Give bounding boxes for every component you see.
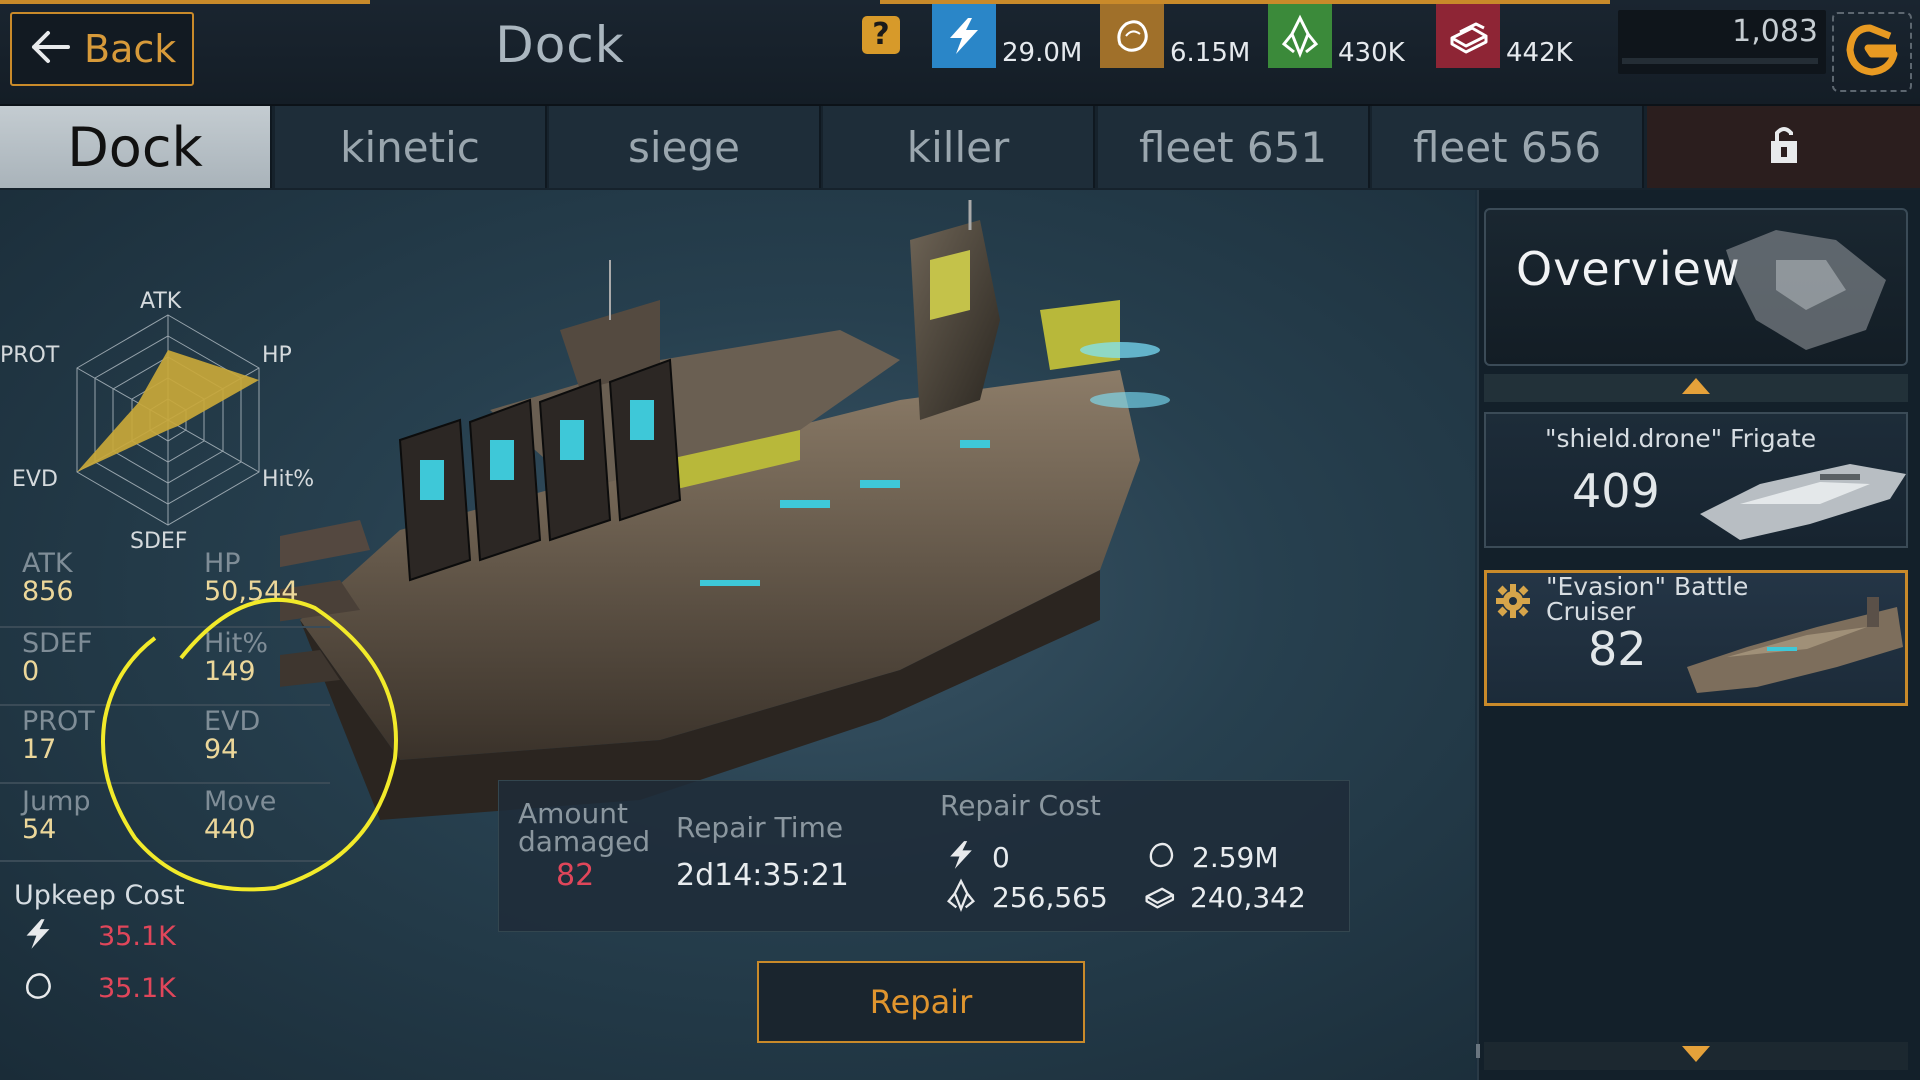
- scroll-down-button[interactable]: [1484, 1042, 1908, 1070]
- stat-label: PROT: [22, 706, 95, 737]
- tab-kinetic[interactable]: kinetic: [275, 106, 547, 188]
- cost-value: 256,565: [992, 880, 1108, 914]
- frigate-thumbnail: [1700, 464, 1906, 540]
- scroll-up-button[interactable]: [1484, 374, 1908, 402]
- amount-damaged-value: 82: [556, 858, 595, 893]
- alloy-icon: [1436, 4, 1500, 68]
- ship-level: 409: [1572, 464, 1660, 518]
- upkeep-value: 35.1K: [98, 972, 176, 1004]
- shop-button[interactable]: [1832, 12, 1912, 92]
- resource-crystal[interactable]: 430K: [1268, 4, 1405, 68]
- ore-icon: [1100, 4, 1164, 68]
- ship-name: "Evasion" Battle Cruiser: [1546, 574, 1748, 624]
- tab-locked[interactable]: [1647, 106, 1920, 188]
- tab-fleet-651[interactable]: fleet 651: [1098, 106, 1370, 188]
- energy-icon: [20, 916, 56, 956]
- stat-sdef: SDEF 0: [22, 630, 93, 686]
- stat-prot: PROT 17: [22, 708, 95, 764]
- stat-label: HP: [204, 548, 241, 579]
- help-button[interactable]: ?: [862, 16, 900, 54]
- stat-jump: Jump 54: [22, 788, 91, 844]
- cost-value: 240,342: [1190, 880, 1306, 914]
- overview-ship-silhouette: [1726, 230, 1886, 350]
- resource-value: 442K: [1506, 38, 1573, 68]
- stat-label: ATK: [22, 548, 73, 579]
- annotation-circle: [101, 597, 398, 892]
- repair-cost-alloy: 240,342: [1140, 878, 1306, 916]
- repair-cost-label: Repair Cost: [940, 789, 1101, 822]
- gear-icon: [1494, 582, 1532, 624]
- energy-icon: [944, 838, 978, 876]
- stat-label: SDEF: [22, 628, 93, 659]
- tab-fleet-656[interactable]: fleet 656: [1372, 106, 1644, 188]
- amount-label-line: damaged: [518, 825, 651, 858]
- back-button[interactable]: Back: [10, 12, 194, 86]
- ship-name: "shield.drone" Frigate: [1545, 424, 1817, 453]
- repair-time-label: Repair Time: [676, 811, 844, 844]
- currency-value: 1,083: [1732, 14, 1818, 49]
- tab-killer[interactable]: killer: [823, 106, 1095, 188]
- back-label: Back: [84, 27, 177, 71]
- page-title: Dock: [495, 16, 625, 74]
- cost-value: 0: [992, 840, 1010, 874]
- crystal-icon: [944, 878, 978, 916]
- crystal-icon: [1268, 4, 1332, 68]
- alloy-icon: [1140, 878, 1178, 916]
- resource-alloy[interactable]: 442K: [1436, 4, 1573, 68]
- resource-value: 6.15M: [1170, 38, 1251, 68]
- radar-label-atk: ATK: [140, 289, 182, 314]
- repair-cost-crystal: 256,565: [944, 878, 1108, 916]
- amount-damaged-label: Amount damaged: [518, 800, 650, 856]
- resource-energy[interactable]: 29.0M: [932, 4, 1082, 68]
- stat-value: 856: [22, 576, 74, 607]
- ship-level: 82: [1588, 622, 1647, 676]
- radar-label-prot: PROT: [0, 343, 60, 368]
- lock-icon: [1767, 125, 1801, 169]
- ore-icon: [20, 968, 56, 1008]
- radar-label-evd: EVD: [12, 467, 58, 492]
- energy-icon: [932, 4, 996, 68]
- repair-button[interactable]: Repair: [757, 961, 1085, 1043]
- stat-value: 54: [22, 814, 57, 845]
- radar-label-sdef: SDEF: [130, 529, 187, 550]
- stat-value: 17: [22, 734, 57, 765]
- repair-cost-ore: 2.59M: [1144, 838, 1279, 876]
- arrow-left-icon: [30, 30, 70, 68]
- shop-g-icon: [1842, 20, 1902, 84]
- arrow-down-icon: [1682, 1046, 1710, 1066]
- tab-dock[interactable]: Dock: [0, 106, 272, 188]
- scroll-indicator: [1476, 1044, 1480, 1058]
- ore-icon: [1144, 838, 1178, 876]
- cost-value: 2.59M: [1192, 840, 1279, 874]
- resource-ore[interactable]: 6.15M: [1100, 4, 1250, 68]
- stats-radar-chart: ATK HP Hit% SDEF EVD PROT: [0, 289, 314, 550]
- resource-value: 29.0M: [1002, 38, 1083, 68]
- overview-title: Overview: [1516, 242, 1741, 296]
- stat-atk: ATK 856: [22, 550, 74, 606]
- upkeep-ore: 35.1K: [20, 968, 176, 1008]
- repair-time-value: 2d14:35:21: [676, 858, 849, 893]
- top-accent-line: [0, 0, 370, 4]
- repair-cost-energy: 0: [944, 838, 1010, 876]
- stat-value: 0: [22, 656, 40, 687]
- upkeep-value: 35.1K: [98, 920, 176, 952]
- tab-siege[interactable]: siege: [549, 106, 821, 188]
- radar-label-hit: Hit%: [262, 467, 314, 492]
- currency-bar: [1622, 58, 1818, 64]
- radar-label-hp: HP: [262, 343, 292, 368]
- upkeep-energy: 35.1K: [20, 916, 176, 956]
- stat-label: Jump: [22, 786, 91, 817]
- arrow-up-icon: [1682, 378, 1710, 398]
- resource-value: 430K: [1338, 38, 1405, 68]
